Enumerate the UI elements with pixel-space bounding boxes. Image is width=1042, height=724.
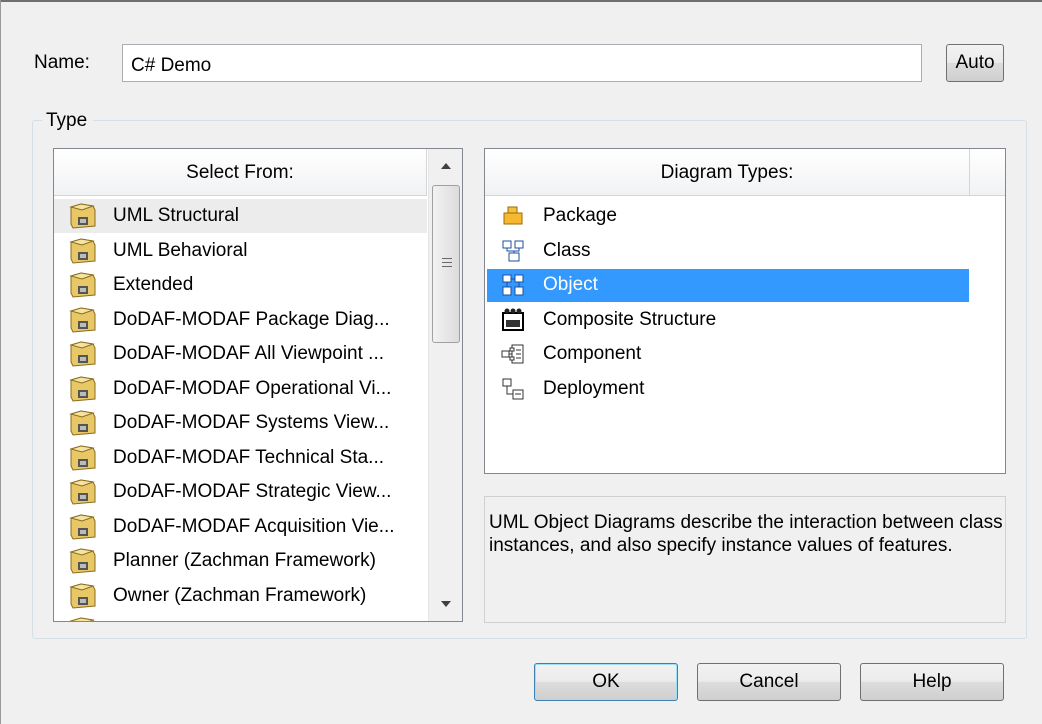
- scroll-up-button[interactable]: [429, 149, 462, 183]
- select-from-item[interactable]: DoDAF-MODAF Package Diag...: [54, 303, 427, 337]
- select-from-item-label: UML Behavioral: [113, 239, 248, 261]
- package-folder-icon: [68, 202, 98, 230]
- select-from-item-label: Owner (Zachman Framework): [113, 584, 367, 606]
- select-from-item[interactable]: DoDAF-MODAF Strategic View...: [54, 475, 427, 509]
- component-diagram-icon: [501, 342, 525, 366]
- package-folder-icon: [68, 616, 98, 621]
- diagram-type-label: Package: [543, 205, 617, 226]
- select-from-list[interactable]: Select From: UML Structural UML Behaviora…: [53, 148, 463, 622]
- package-folder-icon: [68, 409, 98, 437]
- select-from-item-label: DoDAF-MODAF All Viewpoint ...: [113, 343, 385, 364]
- diagram-type-label: Object: [543, 274, 598, 295]
- package-diagram-icon: [501, 204, 525, 228]
- scroll-grip-line: [442, 258, 452, 259]
- package-folder-icon: [68, 513, 98, 541]
- diagram-type-object[interactable]: Object: [487, 269, 969, 302]
- deployment-diagram-icon: [501, 377, 525, 401]
- select-from-item-partial[interactable]: [54, 613, 427, 621]
- diagram-type-package[interactable]: Package: [487, 200, 969, 233]
- select-from-item-label: Planner (Zachman Framework): [113, 550, 376, 571]
- auto-button[interactable]: Auto: [946, 44, 1004, 82]
- package-folder-icon: [68, 237, 98, 265]
- select-from-item[interactable]: DoDAF-MODAF Operational Vi...: [54, 372, 427, 406]
- window-left-border: [0, 0, 1, 724]
- scroll-grip-line: [442, 262, 452, 263]
- diagram-type-composite-structure[interactable]: Composite Structure: [487, 304, 969, 337]
- select-from-item-label: DoDAF-MODAF Operational Vi...: [113, 377, 392, 399]
- window-top-border: [0, 0, 1042, 2]
- select-from-item[interactable]: UML Structural: [54, 199, 427, 233]
- select-from-item-label: DoDAF-MODAF Systems View...: [113, 412, 390, 433]
- select-from-item[interactable]: UML Behavioral: [54, 234, 427, 268]
- package-folder-icon: [68, 478, 98, 506]
- diagram-type-label: Composite Structure: [543, 308, 717, 330]
- diagram-type-label: Component: [543, 343, 642, 364]
- object-diagram-icon: [501, 273, 525, 297]
- diagram-types-header[interactable]: Diagram Types:: [485, 149, 970, 196]
- diagram-type-label: Class: [543, 239, 591, 261]
- class-diagram-icon: [501, 239, 525, 263]
- scroll-down-arrow-icon: [441, 601, 451, 607]
- name-label: Name:: [34, 52, 90, 73]
- package-folder-icon: [68, 582, 98, 610]
- package-folder-icon: [68, 375, 98, 403]
- select-from-item-label: DoDAF-MODAF Strategic View...: [113, 481, 392, 502]
- select-from-item[interactable]: DoDAF-MODAF Technical Sta...: [54, 441, 427, 475]
- select-from-item-label: Extended: [113, 274, 194, 295]
- select-from-item[interactable]: Planner (Zachman Framework): [54, 544, 427, 578]
- type-group-label: Type: [42, 110, 94, 132]
- scroll-down-button[interactable]: [429, 587, 462, 621]
- scroll-grip-line: [442, 266, 452, 267]
- select-from-item-label: UML Structural: [113, 205, 239, 226]
- package-folder-icon: [68, 444, 98, 472]
- select-from-header[interactable]: Select From:: [54, 149, 427, 196]
- diagram-type-label: Deployment: [543, 377, 645, 399]
- diagram-types-header-filler: [970, 149, 1005, 196]
- diagram-type-component[interactable]: Component: [487, 338, 969, 371]
- diagram-type-deployment[interactable]: Deployment: [487, 373, 969, 406]
- vertical-scrollbar[interactable]: [428, 149, 462, 621]
- package-folder-icon: [68, 306, 98, 334]
- composite-structure-icon: [501, 308, 525, 332]
- ok-button[interactable]: OK: [534, 663, 678, 701]
- diagram-type-class[interactable]: Class: [487, 235, 969, 268]
- diagram-types-list[interactable]: Diagram Types: Package Class Object Composi…: [484, 148, 1006, 474]
- select-from-item[interactable]: DoDAF-MODAF All Viewpoint ...: [54, 337, 427, 371]
- diagram-description: UML Object Diagrams describe the interac…: [484, 496, 1006, 623]
- scroll-thumb[interactable]: [432, 185, 460, 343]
- scroll-up-arrow-icon: [441, 163, 451, 169]
- select-from-item[interactable]: Extended: [54, 268, 427, 302]
- name-input[interactable]: [122, 44, 922, 82]
- select-from-item-label: DoDAF-MODAF Technical Sta...: [113, 446, 385, 468]
- select-from-item[interactable]: DoDAF-MODAF Systems View...: [54, 406, 427, 440]
- package-folder-icon: [68, 340, 98, 368]
- select-from-item-label: DoDAF-MODAF Package Diag...: [113, 308, 390, 330]
- select-from-item[interactable]: Owner (Zachman Framework): [54, 579, 427, 613]
- select-from-item-label: DoDAF-MODAF Acquisition Vie...: [113, 515, 395, 537]
- package-folder-icon: [68, 547, 98, 575]
- package-folder-icon: [68, 271, 98, 299]
- select-from-item[interactable]: DoDAF-MODAF Acquisition Vie...: [54, 510, 427, 544]
- help-button[interactable]: Help: [860, 663, 1004, 701]
- cancel-button[interactable]: Cancel: [697, 663, 841, 701]
